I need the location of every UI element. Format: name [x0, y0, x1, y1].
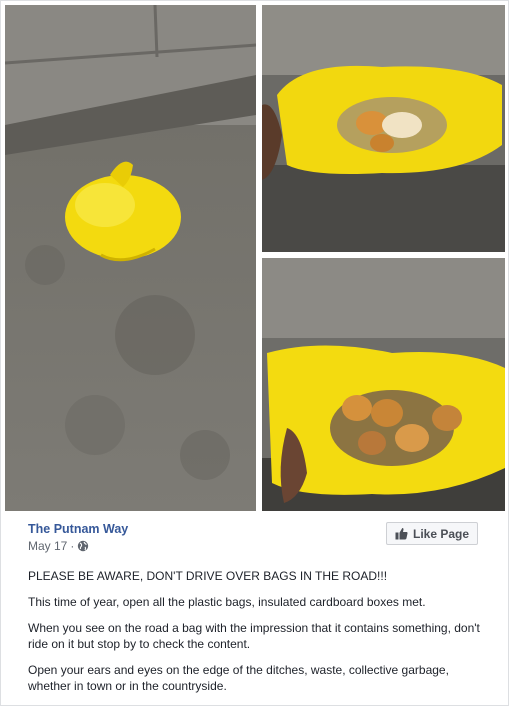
photo-kittens-in-bag-1[interactable]	[262, 5, 505, 252]
photo-kittens-in-bag-2[interactable]	[262, 258, 505, 511]
post-body: PLEASE BE AWARE, DON'T DRIVE OVER BAGS I…	[28, 568, 484, 704]
post-meta: May 17 ·	[28, 539, 89, 553]
post-paragraph: PLEASE BE AWARE, DON'T DRIVE OVER BAGS I…	[28, 569, 388, 583]
photo-bag-on-road[interactable]	[5, 5, 256, 511]
post-paragraph: This time of year, open all the plastic …	[28, 595, 426, 609]
globe-icon[interactable]	[77, 540, 89, 552]
post-date[interactable]: May 17	[28, 539, 67, 553]
photo-grid	[1, 1, 508, 513]
like-page-button[interactable]: Like Page	[386, 522, 478, 545]
thumbs-up-icon	[395, 528, 408, 540]
post-paragraph: When you see on the road a bag with the …	[28, 621, 480, 651]
meta-separator: ·	[70, 539, 75, 553]
page-name-link[interactable]: The Putnam Way	[28, 522, 128, 536]
post-paragraph: Open your ears and eyes on the edge of t…	[28, 663, 449, 693]
post-header: The Putnam Way May 17 · Like Page	[28, 520, 478, 560]
facebook-post-card: The Putnam Way May 17 · Like Page PLEASE…	[0, 0, 509, 706]
like-page-label: Like Page	[412, 526, 470, 541]
